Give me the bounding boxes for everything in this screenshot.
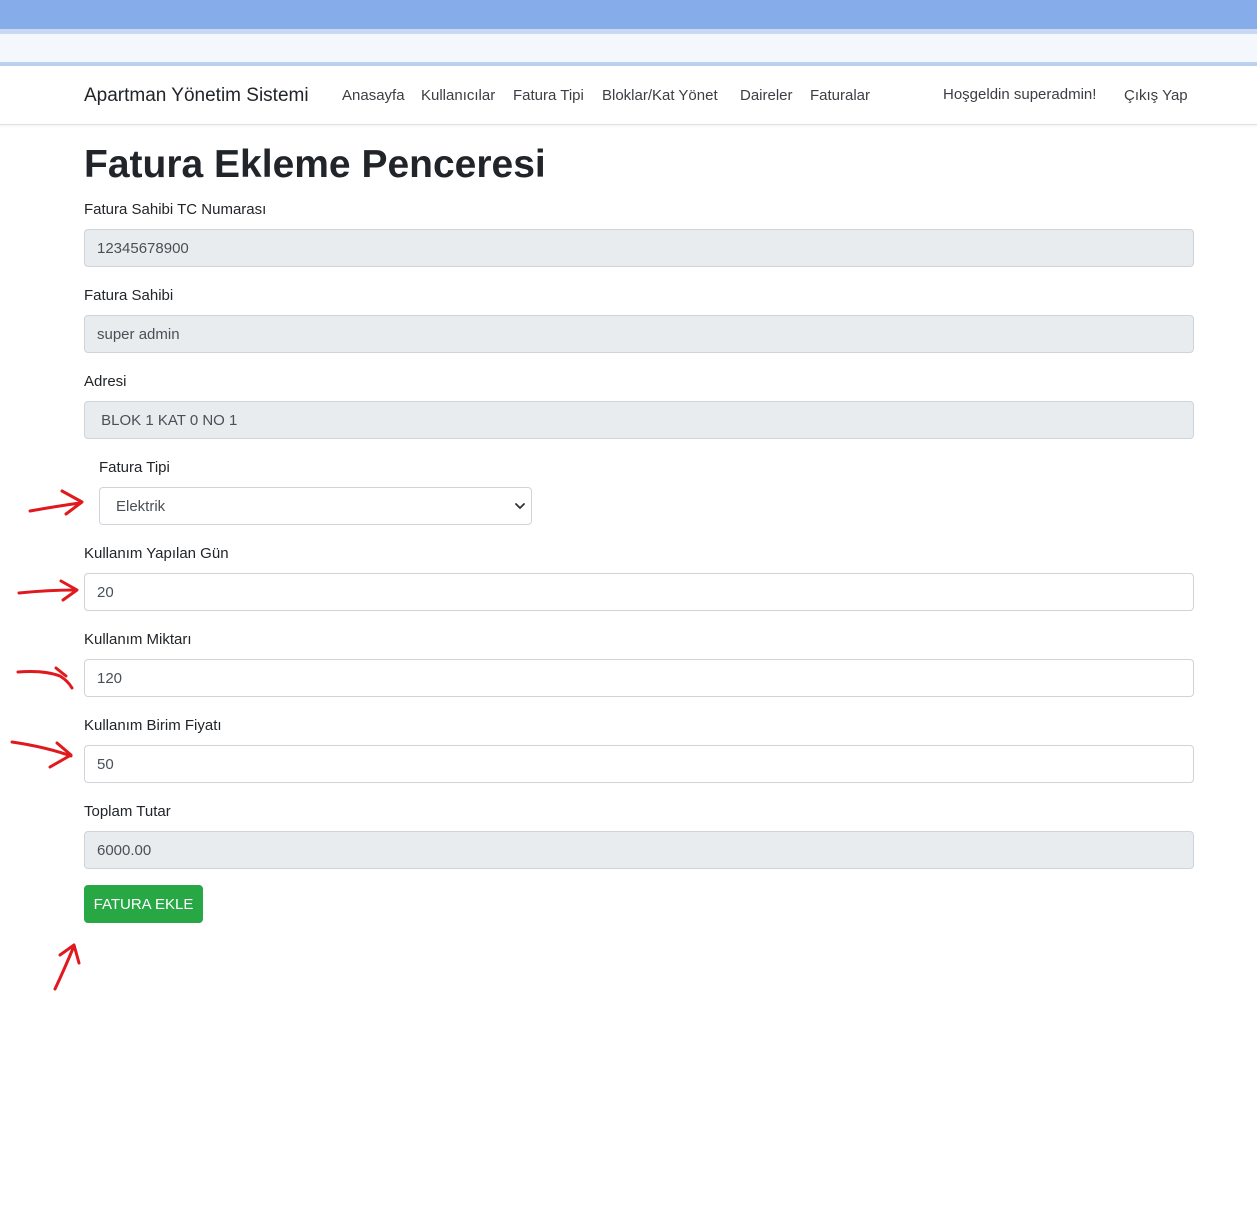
browser-top-bar	[0, 0, 1257, 29]
address-field[interactable]	[84, 401, 1194, 439]
unit-price-label: Kullanım Birim Fiyatı	[84, 717, 222, 734]
total-field[interactable]	[84, 831, 1194, 869]
nav-link-bloklar[interactable]: Bloklar/Kat Yönet	[602, 87, 718, 104]
total-label: Toplam Tutar	[84, 803, 171, 820]
nav-link-fatura-tipi[interactable]: Fatura Tipi	[513, 87, 584, 104]
page-title: Fatura Ekleme Penceresi	[84, 143, 546, 186]
annotation-arrow-icon	[16, 666, 74, 690]
chevron-down-icon	[515, 503, 525, 509]
tc-field[interactable]	[84, 229, 1194, 267]
nav-link-kullanicilar[interactable]: Kullanıcılar	[421, 87, 495, 104]
navbar-brand[interactable]: Apartman Yönetim Sistemi	[84, 85, 309, 107]
annotation-arrow-icon	[10, 740, 73, 769]
owner-field[interactable]	[84, 315, 1194, 353]
days-label: Kullanım Yapılan Gün	[84, 545, 229, 562]
nav-link-faturalar[interactable]: Faturalar	[810, 87, 870, 104]
type-label: Fatura Tipi	[99, 459, 170, 476]
browser-bar	[0, 34, 1257, 62]
days-input[interactable]	[84, 573, 1194, 611]
navbar: Apartman Yönetim Sistemi Anasayfa Kullan…	[0, 66, 1257, 125]
welcome-text: Hoşgeldin superadmin!	[943, 86, 1097, 103]
annotation-arrow-icon	[17, 579, 79, 602]
bill-type-select[interactable]: Elektrik	[99, 487, 532, 525]
annotation-arrow-icon	[28, 489, 84, 516]
annotation-arrow-icon	[53, 943, 81, 991]
logout-link[interactable]: Çıkış Yap	[1124, 87, 1188, 104]
nav-link-anasayfa[interactable]: Anasayfa	[342, 87, 405, 104]
nav-link-daireler[interactable]: Daireler	[740, 87, 793, 104]
unit-price-input[interactable]	[84, 745, 1194, 783]
bill-type-selected: Elektrik	[116, 498, 166, 515]
amount-input[interactable]	[84, 659, 1194, 697]
address-label: Adresi	[84, 373, 127, 390]
amount-label: Kullanım Miktarı	[84, 631, 192, 648]
owner-label: Fatura Sahibi	[84, 287, 174, 304]
tc-label: Fatura Sahibi TC Numarası	[84, 201, 267, 218]
submit-button[interactable]: FATURA EKLE	[84, 885, 203, 923]
